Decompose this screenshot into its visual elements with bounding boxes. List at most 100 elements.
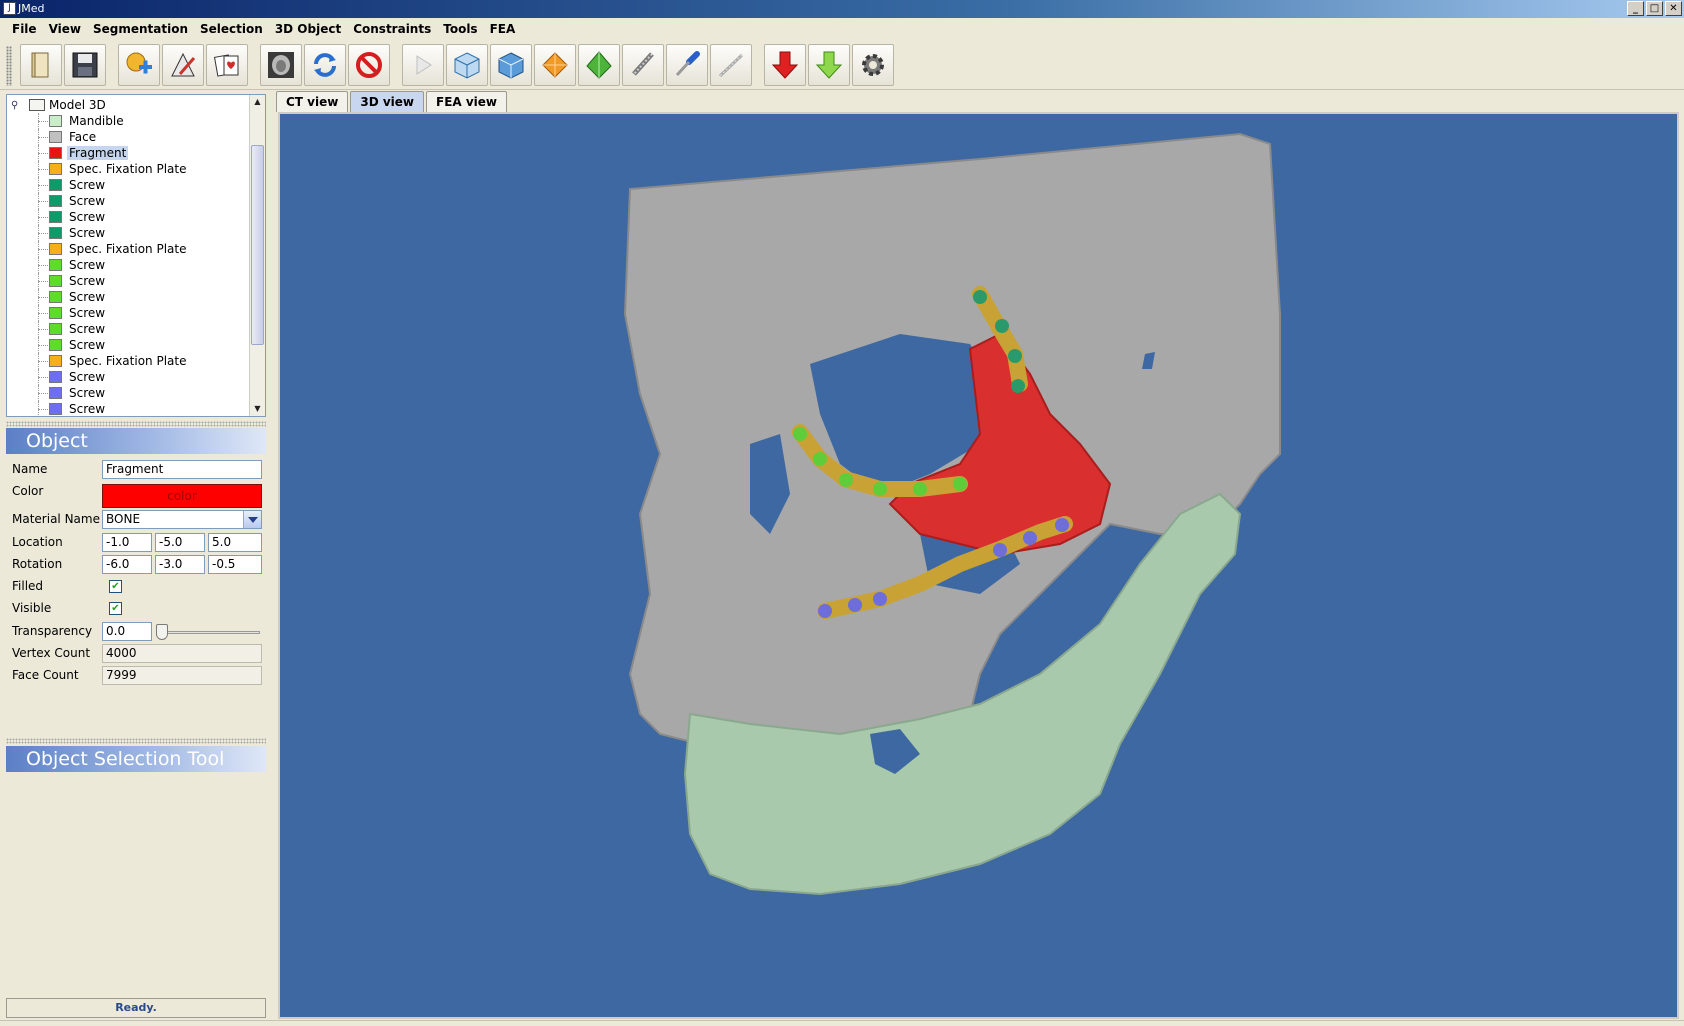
tree-item[interactable]: Screw <box>7 257 247 273</box>
screw[interactable] <box>839 473 853 487</box>
tree-item[interactable]: Screw <box>7 193 247 209</box>
tree-item[interactable]: Screw <box>7 369 247 385</box>
face-mesh[interactable] <box>623 132 1281 796</box>
rotation-label: Rotation <box>12 557 63 571</box>
screw[interactable] <box>813 452 827 466</box>
tree-item-label: Face <box>69 130 97 144</box>
screw[interactable] <box>1023 531 1037 545</box>
menu-view[interactable]: View <box>43 22 87 36</box>
material-row: Material Name BONE <box>6 510 266 530</box>
screw[interactable] <box>953 477 967 491</box>
transparency-slider-thumb[interactable] <box>156 624 168 640</box>
tree-item[interactable]: Screw <box>7 385 247 401</box>
tab-ct-view[interactable]: CT view <box>276 91 349 112</box>
ct-scan-button[interactable] <box>260 44 302 86</box>
tree-item[interactable]: Screw <box>7 225 247 241</box>
tree-item[interactable]: Screw <box>7 321 247 337</box>
color-swatch <box>49 371 62 383</box>
stop-button[interactable] <box>348 44 390 86</box>
scroll-up-icon[interactable]: ▲ <box>250 95 265 109</box>
rotation-z-field[interactable]: -0.5 <box>208 555 262 574</box>
name-field[interactable]: Fragment <box>102 460 262 479</box>
import-button[interactable] <box>764 44 806 86</box>
screw[interactable] <box>873 592 887 606</box>
cube-outline-button[interactable] <box>490 44 532 86</box>
screw[interactable] <box>1055 518 1069 532</box>
edit-object-button[interactable] <box>162 44 204 86</box>
location-y-field[interactable]: -5.0 <box>155 533 205 552</box>
minimize-button[interactable]: _ <box>1627 1 1644 16</box>
material-select[interactable]: BONE <box>102 510 262 529</box>
rotation-y-field[interactable]: -3.0 <box>155 555 205 574</box>
tree-item[interactable]: Face <box>7 129 247 145</box>
tree-item[interactable]: Spec. Fixation Plate <box>7 241 247 257</box>
tree-item[interactable]: Fragment <box>7 145 247 161</box>
tab-fea-view[interactable]: FEA view <box>426 91 508 112</box>
screwdriver-button[interactable] <box>666 44 708 86</box>
tree-item[interactable]: Spec. Fixation Plate <box>7 353 247 369</box>
tree-scrollbar[interactable]: ▲ ▼ <box>249 95 265 416</box>
screw[interactable] <box>913 482 927 496</box>
menu-fea[interactable]: FEA <box>484 22 522 36</box>
screw[interactable] <box>1008 349 1022 363</box>
rotation-x-field[interactable]: -6.0 <box>102 555 152 574</box>
add-object-button[interactable] <box>118 44 160 86</box>
tree-item[interactable]: Screw <box>7 177 247 193</box>
screw[interactable] <box>995 319 1009 333</box>
screw[interactable] <box>873 482 887 496</box>
ruler-button[interactable] <box>710 44 752 86</box>
diamond-button[interactable] <box>534 44 576 86</box>
tree-item[interactable]: Screw <box>7 337 247 353</box>
tree-item[interactable]: Screw <box>7 209 247 225</box>
play-button[interactable] <box>402 44 444 86</box>
3d-viewport[interactable] <box>278 112 1679 1019</box>
pyramid-button[interactable] <box>578 44 620 86</box>
transparency-slider-track[interactable] <box>156 631 260 634</box>
transparency-field[interactable]: 0.0 <box>102 622 152 641</box>
chevron-down-icon[interactable] <box>243 511 261 528</box>
tab-3d-view[interactable]: 3D view <box>350 91 424 112</box>
settings-button[interactable] <box>852 44 894 86</box>
cube-button[interactable] <box>446 44 488 86</box>
menu-selection[interactable]: Selection <box>194 22 269 36</box>
refresh-button[interactable] <box>304 44 346 86</box>
export-button[interactable] <box>808 44 850 86</box>
screw[interactable] <box>1011 379 1025 393</box>
tree-item[interactable]: Screw <box>7 305 247 321</box>
filled-checkbox[interactable]: ✔ <box>109 580 122 593</box>
menu-segmentation[interactable]: Segmentation <box>87 22 194 36</box>
menu-3d-object[interactable]: 3D Object <box>269 22 347 36</box>
menu-file[interactable]: File <box>6 22 43 36</box>
screw[interactable] <box>993 543 1007 557</box>
scroll-down-icon[interactable]: ▼ <box>250 402 265 416</box>
tree-item[interactable]: Screw <box>7 401 247 416</box>
color-button[interactable]: color <box>102 484 262 508</box>
tree-item[interactable]: Screw <box>7 273 247 289</box>
close-button[interactable]: ✕ <box>1665 1 1682 16</box>
screw[interactable] <box>818 604 832 618</box>
screw[interactable] <box>793 427 807 441</box>
location-x-field[interactable]: -1.0 <box>102 533 152 552</box>
panel-splitter-2[interactable] <box>6 738 266 744</box>
tree-item[interactable]: Screw <box>7 289 247 305</box>
model-tree[interactable]: ⚲ Model 3D Mandible Face Fragment Spec. Fix… <box>6 94 266 417</box>
scroll-thumb[interactable] <box>251 145 264 345</box>
selection-tool-header: Object Selection Tool <box>6 746 266 772</box>
location-z-field[interactable]: 5.0 <box>208 533 262 552</box>
toolbar-grip[interactable] <box>6 46 12 86</box>
panel-splitter[interactable] <box>6 421 266 427</box>
menu-constraints[interactable]: Constraints <box>347 22 437 36</box>
expand-icon[interactable]: ⚲ <box>11 100 21 111</box>
tree-item[interactable]: Mandible <box>7 113 247 129</box>
tree-item[interactable]: Spec. Fixation Plate <box>7 161 247 177</box>
save-button[interactable] <box>64 44 106 86</box>
menu-tools[interactable]: Tools <box>437 22 483 36</box>
screw-button[interactable] <box>622 44 664 86</box>
cards-button[interactable] <box>206 44 248 86</box>
screw[interactable] <box>973 290 987 304</box>
maximize-button[interactable]: □ <box>1646 1 1663 16</box>
open-button[interactable] <box>20 44 62 86</box>
tree-root[interactable]: ⚲ Model 3D <box>11 97 106 113</box>
visible-checkbox[interactable]: ✔ <box>109 602 122 615</box>
screw[interactable] <box>848 598 862 612</box>
